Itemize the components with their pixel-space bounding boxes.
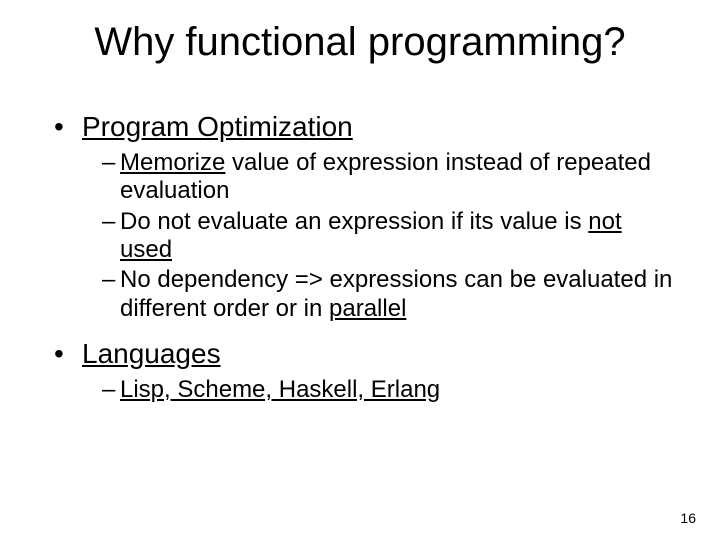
page-number: 16 (680, 510, 696, 526)
slide-title: Why functional programming? (0, 20, 720, 65)
text-start: Do not evaluate an expression if its val… (120, 208, 588, 235)
bullet-program-optimization: • Program Optimization (54, 110, 674, 143)
dash-icon: – (102, 376, 115, 404)
sub-bullet-text: Do not evaluate an expression if its val… (120, 208, 674, 265)
underline-parallel: parallel (329, 295, 406, 322)
slide-body: • Program Optimization – Memorize value … (54, 110, 674, 418)
bullet-dot-icon: • (54, 337, 64, 370)
sub-bullet-not-used: – Do not evaluate an expression if its v… (102, 208, 674, 265)
dash-icon: – (102, 266, 115, 294)
sub-bullets-optimization: – Memorize value of expression instead o… (102, 149, 674, 323)
bullet-languages: • Languages (54, 337, 674, 370)
bullet-dot-icon: • (54, 110, 64, 143)
dash-icon: – (102, 149, 115, 177)
sub-bullet-memorize: – Memorize value of expression instead o… (102, 149, 674, 206)
dash-icon: – (102, 208, 115, 236)
sub-bullet-text: No dependency => expressions can be eval… (120, 266, 674, 323)
sub-bullet-language-list: – Lisp, Scheme, Haskell, Erlang (102, 376, 674, 404)
underline-memorize: Memorize (120, 149, 225, 176)
sub-bullets-languages: – Lisp, Scheme, Haskell, Erlang (102, 376, 674, 404)
sub-bullet-text: Memorize value of expression instead of … (120, 149, 674, 206)
slide: Why functional programming? • Program Op… (0, 0, 720, 540)
bullet-text: Program Optimization (82, 110, 353, 143)
bullet-text: Languages (82, 337, 221, 370)
underline-languages: Lisp, Scheme, Haskell, Erlang (120, 376, 440, 403)
sub-bullet-parallel: – No dependency => expressions can be ev… (102, 266, 674, 323)
sub-bullet-text: Lisp, Scheme, Haskell, Erlang (120, 376, 674, 404)
